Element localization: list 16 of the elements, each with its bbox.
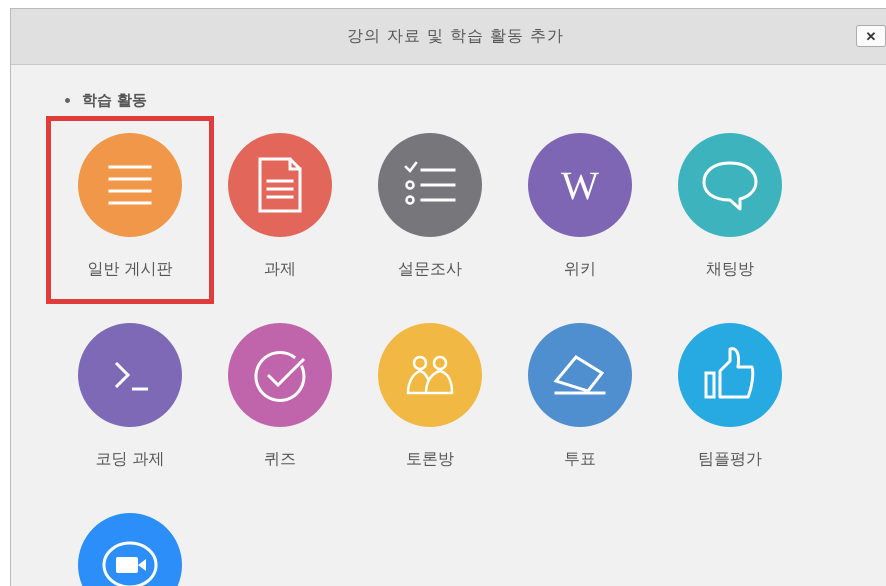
document-icon <box>228 133 332 237</box>
people-icon <box>378 323 482 427</box>
video-camera-icon <box>78 513 182 586</box>
thumbs-up-icon <box>678 323 782 427</box>
activity-item[interactable]: 일반 게시판 <box>46 116 214 304</box>
checkmark-icon <box>228 323 332 427</box>
terminal-prompt-icon <box>78 323 182 427</box>
eraser-icon <box>528 323 632 427</box>
lines-icon <box>78 133 182 237</box>
letter-icon: W <box>528 133 632 237</box>
bullet-icon <box>65 98 70 102</box>
section-heading: 학습 활동 <box>82 90 148 110</box>
checklist-icon <box>378 133 482 237</box>
close-button[interactable]: ✕ <box>856 25 886 47</box>
dialog-title: 강의 자료 및 학습 활동 추가 <box>346 26 564 47</box>
speech-bubble-icon <box>678 133 782 237</box>
